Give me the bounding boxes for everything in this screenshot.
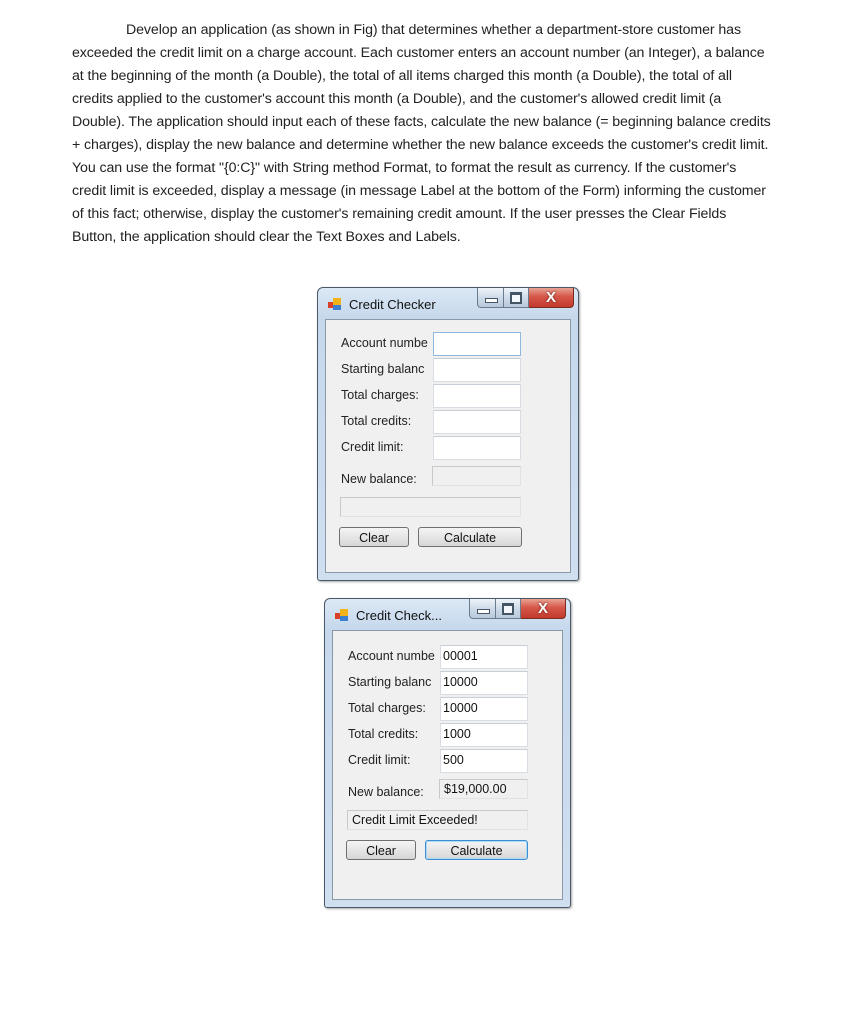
- new-balance-label: New balance:: [348, 785, 424, 799]
- form-client-area: Account numbe 00001 Starting balanc 1000…: [332, 630, 563, 900]
- minimize-icon: [477, 609, 490, 614]
- total-credits-input[interactable]: [433, 410, 521, 434]
- clear-button[interactable]: Clear: [339, 527, 409, 547]
- total-charges-input[interactable]: [433, 384, 521, 408]
- total-credits-label: Total credits:: [341, 414, 412, 428]
- maximize-icon: [502, 603, 514, 615]
- clear-button[interactable]: Clear: [346, 840, 416, 860]
- new-balance-output: [432, 466, 521, 486]
- calculate-button[interactable]: Calculate: [418, 527, 522, 547]
- maximize-button[interactable]: [496, 599, 521, 619]
- assignment-description: Develop an application (as shown in Fig)…: [72, 19, 772, 249]
- window-title: Credit Checker: [349, 297, 436, 312]
- credit-limit-input[interactable]: 500: [440, 749, 528, 773]
- maximize-icon: [510, 292, 522, 304]
- message-label: Credit Limit Exceeded!: [347, 810, 528, 830]
- close-button[interactable]: X: [521, 599, 566, 619]
- account-number-label: Account numbe: [341, 336, 428, 350]
- new-balance-label: New balance:: [341, 472, 417, 486]
- title-bar[interactable]: Credit Check... X: [325, 599, 570, 629]
- app-form-icon: [328, 298, 342, 311]
- minimize-button[interactable]: [469, 599, 496, 619]
- app-form-icon: [335, 609, 349, 622]
- account-number-input[interactable]: 00001: [440, 645, 528, 669]
- assignment-paragraph: Develop an application (as shown in Fig)…: [72, 22, 771, 245]
- total-charges-label: Total charges:: [341, 388, 419, 402]
- credit-limit-label: Credit limit:: [341, 440, 404, 454]
- credit-checker-window-filled: Credit Check... X Account numbe 00001 St…: [324, 598, 571, 908]
- calculate-button[interactable]: Calculate: [425, 840, 528, 860]
- maximize-button[interactable]: [504, 288, 529, 308]
- starting-balance-label: Starting balanc: [348, 675, 432, 689]
- new-balance-output: $19,000.00: [439, 779, 528, 799]
- credit-checker-window-empty: Credit Checker X Account numbe Starting …: [317, 287, 579, 581]
- minimize-icon: [485, 298, 498, 303]
- close-icon: X: [545, 289, 556, 306]
- starting-balance-label: Starting balanc: [341, 362, 425, 376]
- starting-balance-input[interactable]: [433, 358, 521, 382]
- credit-limit-label: Credit limit:: [348, 753, 411, 767]
- total-charges-label: Total charges:: [348, 701, 426, 715]
- close-button[interactable]: X: [529, 288, 574, 308]
- form-client-area: Account numbe Starting balanc Total char…: [325, 319, 571, 573]
- account-number-label: Account numbe: [348, 649, 435, 663]
- total-credits-input[interactable]: 1000: [440, 723, 528, 747]
- window-title: Credit Check...: [356, 608, 442, 623]
- total-credits-label: Total credits:: [348, 727, 419, 741]
- message-label: [340, 497, 521, 517]
- account-number-input[interactable]: [433, 332, 521, 356]
- close-icon: X: [537, 600, 548, 617]
- credit-limit-input[interactable]: [433, 436, 521, 460]
- minimize-button[interactable]: [477, 288, 504, 308]
- starting-balance-input[interactable]: 10000: [440, 671, 528, 695]
- title-bar[interactable]: Credit Checker X: [318, 288, 578, 318]
- total-charges-input[interactable]: 10000: [440, 697, 528, 721]
